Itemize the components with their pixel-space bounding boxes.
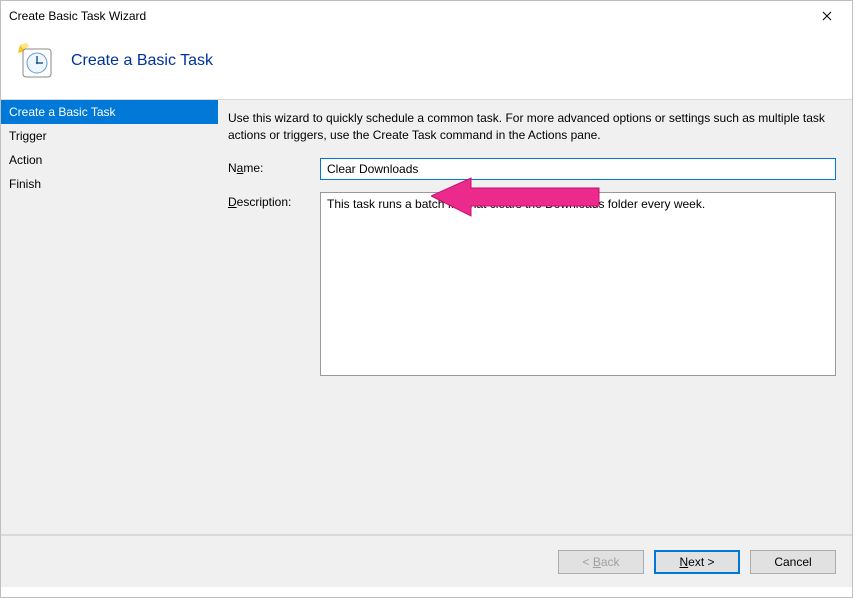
title-bar: Create Basic Task Wizard — [1, 1, 852, 31]
sidebar-item-trigger[interactable]: Trigger — [1, 124, 218, 148]
name-input[interactable] — [320, 158, 836, 180]
window-title: Create Basic Task Wizard — [9, 9, 146, 23]
wizard-main-panel: Use this wizard to quickly schedule a co… — [218, 100, 852, 534]
sidebar-item-finish[interactable]: Finish — [1, 172, 218, 196]
cancel-button[interactable]: Cancel — [750, 550, 836, 574]
wizard-window: Create Basic Task Wizard Create a Basic … — [0, 0, 853, 598]
next-button[interactable]: Next > — [654, 550, 740, 574]
task-scheduler-icon — [17, 43, 53, 79]
page-title: Create a Basic Task — [71, 52, 213, 70]
description-row: Description: — [228, 192, 836, 376]
description-input[interactable] — [320, 192, 836, 376]
name-row: Name: — [228, 158, 836, 180]
wizard-footer: < Back Next > Cancel — [1, 535, 852, 587]
description-label: Description: — [228, 192, 320, 209]
wizard-steps-sidebar: Create a Basic Task Trigger Action Finis… — [1, 100, 218, 534]
wizard-body: Create a Basic Task Trigger Action Finis… — [1, 100, 852, 534]
sidebar-item-create-basic-task[interactable]: Create a Basic Task — [1, 100, 218, 124]
close-icon — [822, 11, 832, 21]
close-button[interactable] — [804, 1, 850, 31]
back-button: < Back — [558, 550, 644, 574]
intro-text: Use this wizard to quickly schedule a co… — [228, 110, 836, 144]
name-label: Name: — [228, 158, 320, 175]
wizard-header: Create a Basic Task — [1, 31, 852, 99]
sidebar-item-action[interactable]: Action — [1, 148, 218, 172]
